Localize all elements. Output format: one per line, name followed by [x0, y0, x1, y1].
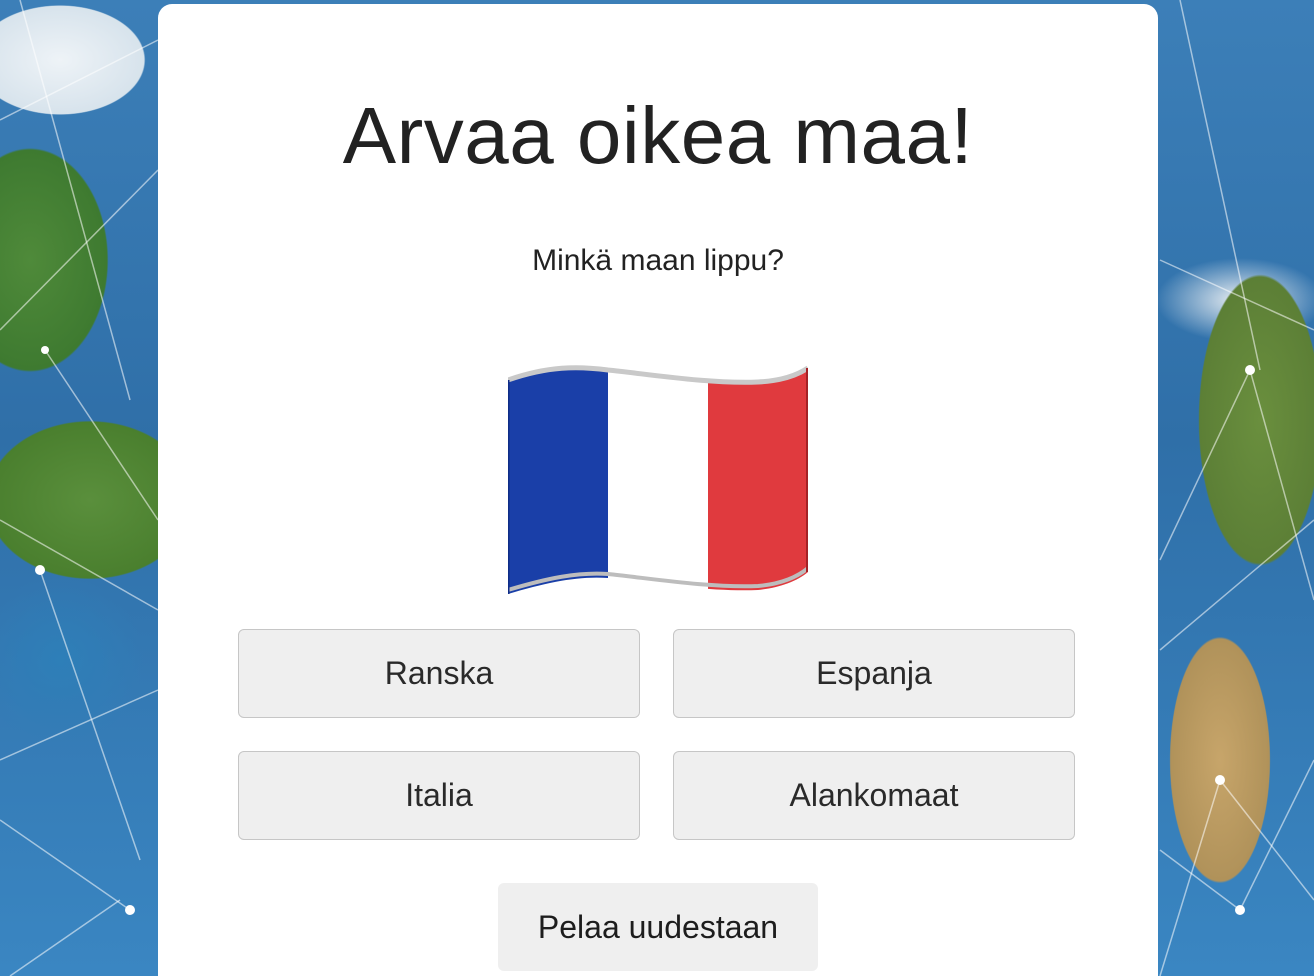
question-text: Minkä maan lippu?	[532, 244, 784, 277]
answer-button-alankomaat[interactable]: Alankomaat	[673, 751, 1075, 840]
page-title: Arvaa oikea maa!	[342, 91, 974, 180]
play-again-button[interactable]: Pelaa uudestaan	[498, 883, 818, 971]
answer-button-italia[interactable]: Italia	[238, 751, 640, 840]
flag-of-france-icon	[508, 365, 808, 594]
quiz-card: Arvaa oikea maa! Minkä maan lippu? Ransk…	[158, 4, 1158, 976]
answer-button-espanja[interactable]: Espanja	[673, 629, 1075, 718]
answer-button-ranska[interactable]: Ranska	[238, 629, 640, 718]
